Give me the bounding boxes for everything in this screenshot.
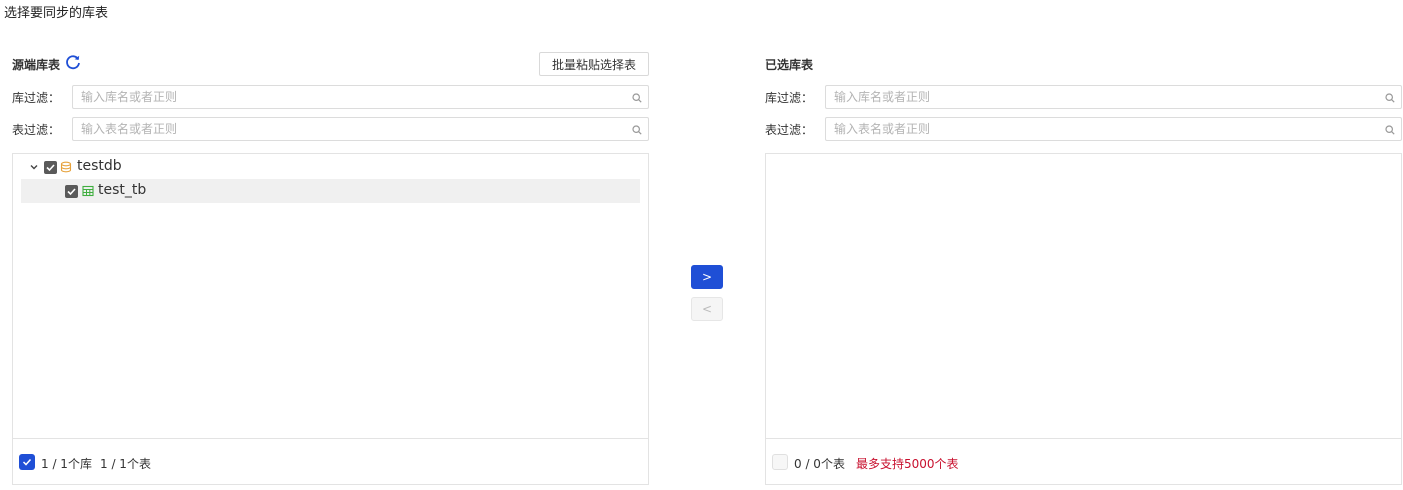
- target-list: 0 / 0个表 最多支持5000个表: [765, 153, 1402, 485]
- target-header: 已选库表: [765, 52, 1402, 78]
- db-filter-label: 库过滤：: [12, 91, 61, 105]
- tree-node-db[interactable]: testdb: [21, 155, 640, 179]
- target-db-filter-input[interactable]: [826, 86, 1401, 108]
- bulk-paste-button[interactable]: 批量粘贴选择表: [538, 52, 649, 76]
- move-left-button[interactable]: <: [691, 297, 723, 321]
- source-title: 源端库表: [12, 58, 61, 72]
- target-table-filter-row: 表过滤：: [765, 117, 1402, 141]
- select-all-checkbox[interactable]: [19, 454, 35, 470]
- search-icon: [632, 125, 642, 135]
- target-db-filter-row: 库过滤：: [765, 85, 1402, 109]
- source-db-filter-input[interactable]: [73, 86, 648, 108]
- target-title: 已选库表: [765, 58, 814, 72]
- move-right-button[interactable]: >: [691, 265, 723, 289]
- source-db-filter-row: 库过滤：: [12, 85, 649, 109]
- source-panel: 源端库表 批量粘贴选择表 库过滤： 表过滤：: [12, 52, 649, 485]
- select-all-checkbox[interactable]: [772, 454, 788, 470]
- limit-notice: 最多支持5000个表: [856, 457, 959, 471]
- check-icon: [22, 458, 32, 466]
- tree-node-table[interactable]: test_tb: [21, 179, 640, 203]
- source-table-filter-row: 表过滤：: [12, 117, 649, 141]
- table-icon: [82, 185, 94, 197]
- chevron-down-icon[interactable]: [29, 162, 39, 172]
- database-icon: [60, 161, 72, 173]
- search-icon: [1385, 125, 1395, 135]
- db-count: 1 / 1个库: [41, 457, 92, 471]
- db-checkbox[interactable]: [44, 161, 57, 174]
- page-title: 选择要同步的库表: [4, 6, 109, 21]
- source-list: testdb test_tb 1 / 1个库 1 / 1个表: [12, 153, 649, 485]
- refresh-icon[interactable]: [65, 54, 81, 70]
- source-footer: 1 / 1个库 1 / 1个表: [13, 438, 648, 484]
- db-filter-label: 库过滤：: [765, 91, 814, 105]
- table-count: 1 / 1个表: [100, 457, 151, 471]
- target-panel: 已选库表 库过滤： 表过滤： 0 / 0个表 最多支持5000个表: [765, 52, 1402, 485]
- search-icon: [1385, 93, 1395, 103]
- table-filter-label: 表过滤：: [765, 123, 814, 137]
- target-table-filter-input[interactable]: [826, 118, 1401, 140]
- source-header: 源端库表 批量粘贴选择表: [12, 52, 649, 78]
- source-tree: testdb test_tb: [13, 154, 648, 439]
- target-tree: [766, 154, 1401, 439]
- source-db-filter: [72, 85, 649, 109]
- target-table-filter: [825, 117, 1402, 141]
- check-icon: [67, 188, 76, 196]
- source-table-filter: [72, 117, 649, 141]
- target-db-filter: [825, 85, 1402, 109]
- table-checkbox[interactable]: [65, 185, 78, 198]
- source-table-filter-input[interactable]: [73, 118, 648, 140]
- db-name: testdb: [77, 158, 122, 174]
- target-footer: 0 / 0个表 最多支持5000个表: [766, 438, 1401, 484]
- table-name: test_tb: [98, 182, 147, 198]
- table-filter-label: 表过滤：: [12, 123, 61, 137]
- search-icon: [632, 93, 642, 103]
- check-icon: [46, 164, 55, 172]
- table-count: 0 / 0个表: [794, 457, 845, 471]
